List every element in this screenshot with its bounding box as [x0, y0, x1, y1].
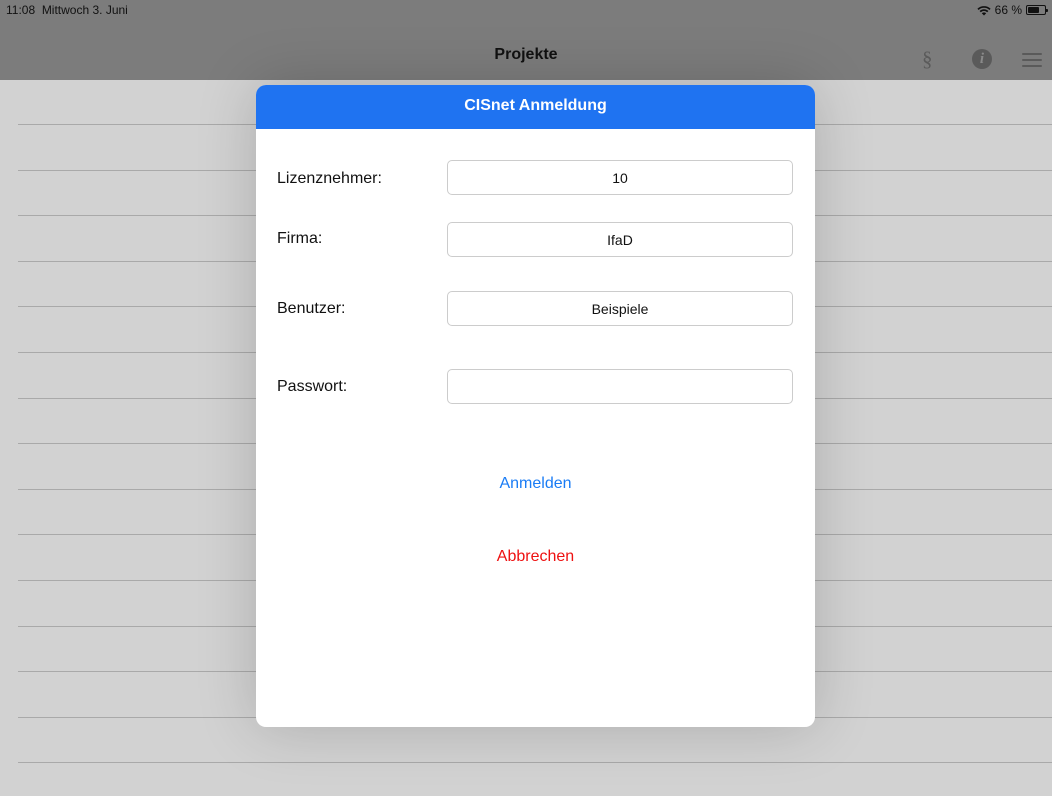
user-input[interactable] [447, 291, 793, 326]
section-icon[interactable]: § [922, 46, 933, 72]
nav-bar: Projekte § i [0, 40, 1052, 80]
login-button[interactable]: Anmelden [256, 475, 815, 493]
user-label: Benutzer: [277, 300, 346, 317]
licensee-label: Lizenznehmer: [277, 170, 382, 187]
battery-icon [1026, 5, 1048, 15]
status-indicators: 66 % [977, 3, 1048, 17]
dialog-title: CISnet Anmeldung [464, 97, 607, 114]
screen: 11:08 Mittwoch 3. Juni 66 % Projekte § i [0, 0, 1052, 796]
status-bar: 11:08 Mittwoch 3. Juni 66 % [0, 0, 1052, 40]
menu-icon[interactable] [1022, 53, 1042, 67]
menu-icon-bar [1022, 53, 1042, 55]
licensee-input[interactable] [447, 160, 793, 195]
company-input[interactable] [447, 222, 793, 257]
battery-fill [1028, 7, 1039, 13]
password-label: Passwort: [277, 378, 348, 395]
list-separator [18, 762, 1052, 763]
info-icon[interactable]: i [972, 49, 992, 69]
company-label: Firma: [277, 230, 323, 247]
status-time: 11:08 Mittwoch 3. Juni [6, 3, 128, 17]
nav-title: Projekte [494, 46, 558, 63]
menu-icon-bar [1022, 65, 1042, 67]
status-time-value: 11:08 [6, 3, 36, 17]
status-date: Mittwoch 3. Juni [41, 3, 128, 17]
password-input[interactable] [447, 369, 793, 404]
cancel-button[interactable]: Abbrechen [256, 548, 815, 566]
login-dialog: CISnet Anmeldung Lizenznehmer: Firma: Be… [256, 85, 815, 727]
wifi-icon [977, 5, 991, 16]
dialog-header: CISnet Anmeldung [256, 85, 815, 129]
battery-percent: 66 % [994, 3, 1022, 17]
menu-icon-bar [1022, 59, 1042, 61]
